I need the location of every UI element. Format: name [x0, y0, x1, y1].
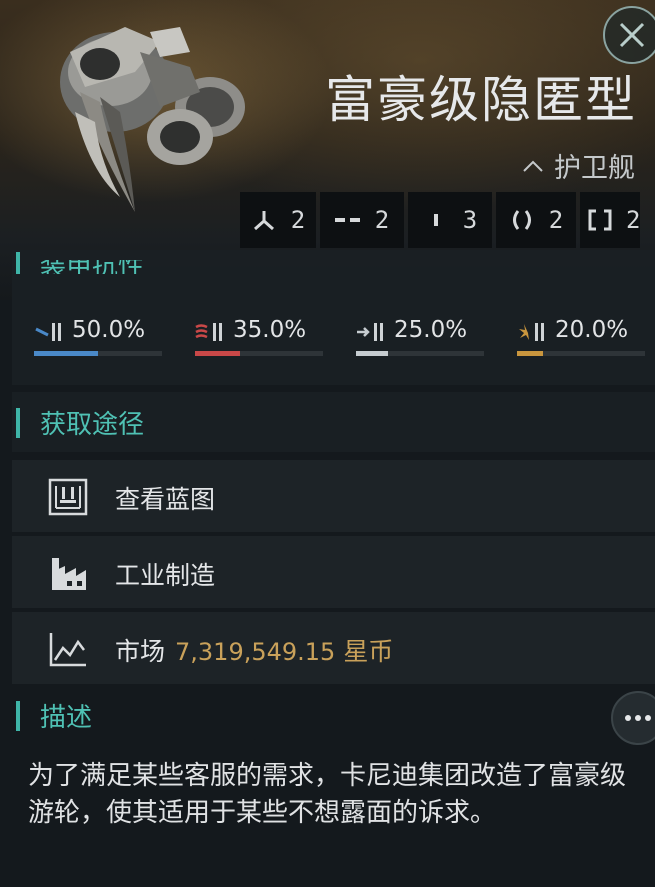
market-row[interactable]: 市场 7,319,549.15 星币: [12, 612, 655, 684]
resistance-list: 50.0% 35.0% 25.0% 20.0%: [34, 317, 645, 357]
em-resist-icon: [35, 323, 61, 341]
resist-bar-fill: [517, 351, 543, 356]
slot-count: 2: [548, 206, 564, 234]
factory-icon: [52, 558, 86, 590]
resist-bar-fill: [34, 351, 98, 356]
ship-image: [60, 27, 245, 212]
industry-label: 工业制造: [115, 561, 216, 590]
resist-bar-fill: [356, 351, 388, 356]
industry-row[interactable]: 工业制造: [12, 536, 655, 608]
resist-thermal: 35.0%: [195, 317, 323, 357]
resist-explosive: 20.0%: [517, 317, 645, 357]
blueprint-icon: [48, 478, 88, 516]
slot-rig: 2: [580, 192, 640, 248]
market-price-unit: 星币: [343, 637, 394, 666]
explosive-resist-icon: [519, 323, 544, 341]
slot-count: 3: [462, 206, 478, 234]
section-marker: [16, 701, 20, 731]
resist-bar: [517, 351, 645, 356]
resist-kinetic: 25.0%: [356, 317, 484, 357]
ship-class-label: 护卫舰: [554, 153, 635, 184]
resist-value: 20.0%: [555, 317, 629, 343]
drone-slot-icon: [423, 207, 449, 233]
module-slot-icon: [509, 207, 535, 233]
resist-value: 25.0%: [394, 317, 468, 343]
resist-value: 50.0%: [72, 317, 146, 343]
market-label: 市场: [115, 637, 166, 666]
chevron-up-icon: [523, 160, 543, 172]
section-marker: [16, 408, 20, 438]
close-icon: [619, 22, 645, 48]
slot-drone: 3: [408, 192, 492, 248]
resist-value: 35.0%: [233, 317, 307, 343]
rig-slot-icon: [588, 207, 612, 233]
kinetic-resist-icon: [357, 323, 383, 341]
view-blueprint-label: 查看蓝图: [115, 485, 216, 514]
resist-bar: [356, 351, 484, 356]
thermal-resist-icon: [195, 323, 222, 341]
resist-bar: [34, 351, 162, 356]
slot-module: 2: [496, 192, 576, 248]
ship-name: 富豪级隐匿型: [325, 71, 637, 129]
more-dot: [645, 715, 651, 721]
more-dot: [625, 715, 631, 721]
slot-launcher: 2: [320, 192, 404, 248]
resist-bar-fill: [195, 351, 240, 356]
ship-class[interactable]: 护卫舰: [522, 146, 635, 185]
resist-bar: [195, 351, 323, 356]
description-text: 为了满足某些客服的需求，卡尼迪集团改造了富豪级游轮，使其适用于某些不想露面的诉求…: [28, 761, 627, 828]
more-options-button[interactable]: [611, 691, 655, 745]
view-blueprint-row[interactable]: 查看蓝图: [12, 460, 655, 532]
section-marker: [16, 252, 20, 274]
close-button[interactable]: [603, 6, 655, 64]
slot-count: 2: [626, 206, 641, 234]
market-price: 7,319,549.15: [175, 638, 336, 666]
slot-turret: 2: [240, 192, 316, 248]
acquire-section-title: 获取途径: [40, 410, 145, 440]
more-dot: [635, 715, 641, 721]
launcher-slot-icon: [334, 207, 361, 233]
slot-summary: 2 2 3 2 2: [240, 192, 640, 248]
slot-count: 2: [374, 206, 390, 234]
description-section-title: 描述: [40, 703, 93, 733]
slot-count: 2: [290, 206, 306, 234]
market-label-group: 市场 7,319,549.15 星币: [115, 632, 393, 668]
resist-em: 50.0%: [34, 317, 162, 357]
market-chart-icon: [49, 633, 86, 667]
turret-slot-icon: [251, 207, 277, 233]
